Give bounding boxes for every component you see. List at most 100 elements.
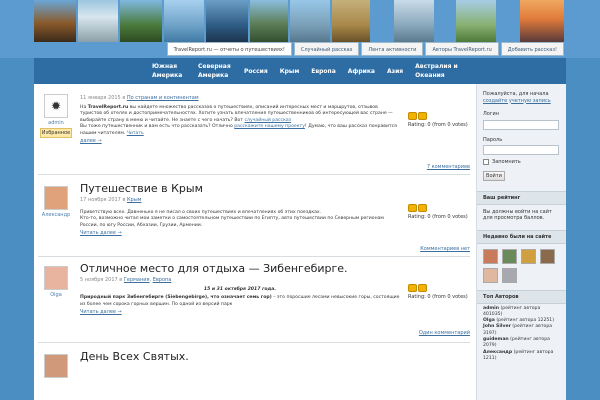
topnav-random-story[interactable]: Случайный рассказ [293,42,360,56]
user-avatar[interactable] [540,248,555,264]
thumb-up-icon[interactable] [408,204,417,212]
user-avatar[interactable] [502,248,517,264]
post-item: ✹ admin Избранное 11 января 2015 в По ст… [38,90,470,172]
avatar[interactable] [44,266,68,290]
author-name[interactable]: admin [38,120,74,126]
author-entry: guideman (рейтинг автора 2079) [483,337,560,350]
post-category-link[interactable]: Европа [153,277,172,283]
post-date: 5 ноября 2017 в [80,277,123,283]
user-avatar[interactable] [502,267,517,283]
comments-link[interactable]: 7 комментариев [427,164,470,170]
user-avatar[interactable] [483,267,498,283]
remember-checkbox[interactable] [483,159,489,166]
author-name[interactable]: Olga [483,318,495,323]
divider [38,256,470,257]
nav-asia[interactable]: Азия [387,67,403,76]
tell-project-link[interactable]: расскажите нашему проекту [234,124,305,129]
nav-australia-oceania[interactable]: Австралия и Океания [415,62,469,80]
divider [38,174,470,175]
thumb-down-icon[interactable] [418,284,427,292]
login-button[interactable]: Войти [483,170,505,181]
excerpt-text: Кто-то, возможно читал мои заметки о сам… [80,216,384,228]
top-authors-heading: Топ Авторов [477,289,566,304]
rating-heading: Ваш рейтинг [477,190,566,205]
rating-widget: Rating: 0 (from 0 votes) [408,284,470,300]
read-more-inline[interactable]: Читать [127,131,144,136]
thumb-up-icon[interactable] [408,112,417,120]
post-category-link[interactable]: Германия [124,277,150,283]
post-category-link[interactable]: По странам и континентам [127,95,199,101]
post-author-box: Александр [38,182,74,218]
read-more-link[interactable]: далее → [80,138,470,144]
post-meta: 17 ноября 2017 в Крым [80,197,470,203]
comments-link[interactable]: Один комментарий [419,330,470,336]
nav-crimea[interactable]: Крым [280,67,300,76]
excerpt-text: На [80,105,88,110]
user-avatar[interactable] [521,248,536,264]
nav-north-america[interactable]: Северная Америка [198,62,232,80]
header-photo [520,0,564,42]
site-header: TravelReport.ru — отчеты о путешествиях!… [0,0,600,58]
rating-widget: Rating: 0 (from 0 votes) [408,112,470,128]
rating-text: Rating: 0 (from 0 votes) [408,294,468,300]
read-more-link[interactable]: Читать далее → [80,309,470,315]
author-name[interactable]: Александр [38,212,74,218]
read-more-link[interactable]: Читать далее → [80,230,470,236]
top-navigation: TravelReport.ru — отчеты о путешествиях!… [166,42,564,56]
avatar[interactable]: ✹ [44,94,68,118]
post-meta: 5 ноября 2017 в Германия, Европа [80,277,172,283]
password-input[interactable] [483,145,559,155]
top-authors-list: admin (рейтинг автора 401035) Olga (рейт… [477,304,566,365]
nav-russia[interactable]: Россия [244,67,268,76]
user-avatar[interactable] [483,248,498,264]
author-name[interactable]: Александр [483,350,512,355]
header-photo [164,0,204,42]
post-excerpt: Природный парк Зибенгебирге (Siebengebir… [80,295,400,308]
post-title[interactable]: День Всех Святых. [80,350,470,363]
post-author-box: ✹ admin Избранное [38,90,74,138]
header-photo [206,0,248,42]
password-label: Пароль [483,136,503,143]
header-photo [78,0,118,42]
avatar[interactable] [44,186,68,210]
post-title[interactable]: Отличное место для отдыха — Зибенгебирге… [80,262,470,275]
author-entry: Александр (рейтинг автора 1211) [483,350,560,363]
topnav-activity-feed[interactable]: Лента активности [361,42,424,56]
post-title[interactable]: Путешествие в Крым [80,182,470,195]
nav-africa[interactable]: Африка [348,67,375,76]
register-link[interactable]: создайте учетную запись [483,98,551,104]
comments-link[interactable]: Комментариев нет [420,246,470,252]
random-story-link[interactable]: случайный рассказ [245,118,292,123]
topnav-add-story[interactable]: Добавить рассказ! [500,42,564,56]
rating-text: Вы должны войти на сайт для просмотра ба… [483,208,552,222]
post-subtitle: 15 и 31 октября 2017 года. [203,287,277,292]
avatar[interactable] [44,354,68,378]
excerpt-bold: Природный парк Зибенгебирге (Siebengebir… [80,295,272,301]
author-name[interactable]: guideman [483,337,509,342]
post-excerpt: Приветствую всех. Давненько я не писал о… [80,210,400,229]
author-name[interactable]: admin [483,306,499,311]
post-item: Александр Путешествие в Крым 17 ноября 2… [38,182,470,264]
author-score: (рейтинг автора 12251) [494,318,554,324]
thumb-down-icon[interactable] [418,112,427,120]
thumb-down-icon[interactable] [418,204,427,212]
main-navigation: Южная Америка Северная Америка Россия Кр… [34,58,566,84]
post-category-link[interactable]: Крым [127,197,141,203]
header-photo [120,0,162,42]
author-name[interactable]: John Silver [483,324,511,329]
excerpt-text: Вы тоже путешественник и вам есть что ра… [80,124,235,130]
remember-row: Запомнить [483,159,560,166]
login-widget: Пожалуйста, для начала создайте учетную … [477,84,566,185]
login-label: Логин [483,111,499,117]
login-input[interactable] [483,119,559,130]
author-entry: John Silver (рейтинг автора 3197) [483,324,560,337]
author-name[interactable]: Olga [38,292,74,298]
topnav-authors[interactable]: Авторы TravelReport.ru [425,42,499,56]
post-excerpt: На TravelReport.ru вы найдете множество … [80,105,400,137]
nav-europe[interactable]: Европа [311,67,336,76]
featured-badge: Избранное [40,128,72,138]
topnav-home-link[interactable]: TravelReport.ru — отчеты о путешествиях! [166,42,292,56]
thumb-up-icon[interactable] [408,284,417,292]
nav-south-america[interactable]: Южная Америка [152,62,186,80]
header-photo [332,0,370,42]
